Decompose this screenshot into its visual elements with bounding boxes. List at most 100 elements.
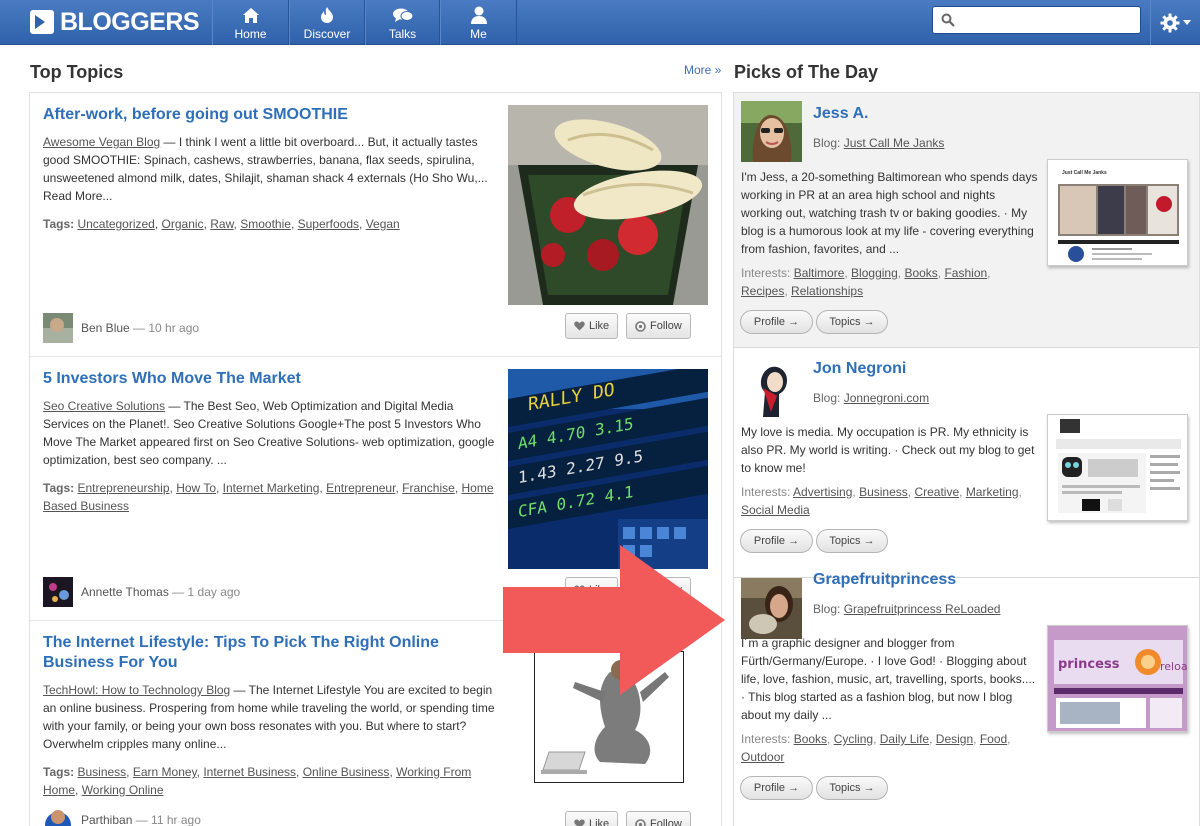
- tag-link[interactable]: Entrepreneurship: [77, 481, 169, 495]
- interests-prefix: Interests:: [741, 732, 794, 746]
- post-author[interactable]: Ben Blue — 10 hr ago: [43, 313, 199, 343]
- more-link[interactable]: More »: [684, 63, 721, 77]
- interest-link[interactable]: Marketing: [966, 485, 1019, 499]
- search-input[interactable]: [961, 11, 1131, 29]
- search-box[interactable]: [932, 6, 1141, 34]
- tag-link[interactable]: Earn Money: [133, 765, 197, 779]
- nav-talks[interactable]: Talks: [365, 0, 440, 45]
- nav-home[interactable]: Home: [212, 0, 289, 45]
- svg-text:reload: reload: [1160, 660, 1188, 673]
- svg-text:princess: princess: [1058, 657, 1120, 672]
- tag-link[interactable]: Business: [77, 765, 126, 779]
- post-tags: Tags: Business, Earn Money, Internet Bus…: [43, 765, 472, 797]
- interest-link[interactable]: Design: [936, 732, 973, 746]
- post-author[interactable]: Annette Thomas — 1 day ago: [43, 577, 240, 607]
- post-blog-link[interactable]: Awesome Vegan Blog: [43, 135, 160, 149]
- tag-link[interactable]: Online Business: [303, 765, 390, 779]
- avatar[interactable]: [741, 101, 802, 162]
- pick-blog-link[interactable]: Grapefruitprincess ReLoaded: [844, 602, 1001, 616]
- tag-link[interactable]: Raw: [210, 217, 233, 231]
- author-separator: —: [129, 321, 149, 335]
- interest-link[interactable]: Social Media: [741, 503, 810, 517]
- topics-button[interactable]: Topics →: [816, 529, 888, 553]
- logo-text: BLOGGERS: [60, 7, 200, 36]
- pick-bio: I´m a graphic designer and blogger from …: [741, 636, 1036, 722]
- bloggers-logo[interactable]: BLOGGERS: [30, 7, 200, 37]
- interest-link[interactable]: Advertising: [793, 485, 852, 499]
- follow-button[interactable]: Follow: [626, 811, 691, 826]
- tag-link[interactable]: Internet Marketing: [223, 481, 320, 495]
- pick-name[interactable]: Jon Negroni: [813, 360, 906, 378]
- blog-screenshot[interactable]: [1047, 414, 1188, 521]
- picks-heading: Picks of The Day: [734, 62, 879, 82]
- tag-link[interactable]: Uncategorized: [77, 217, 154, 231]
- pick-blog-link[interactable]: Just Call Me Janks: [844, 136, 945, 150]
- like-button[interactable]: Like: [565, 811, 619, 826]
- avatar[interactable]: [741, 578, 802, 639]
- post-author[interactable]: Parthiban — 11 hr ago: [43, 805, 201, 826]
- like-label: Like: [589, 818, 610, 826]
- topics-button[interactable]: Topics →: [816, 776, 888, 800]
- avatar[interactable]: [43, 805, 73, 826]
- pick-name[interactable]: Jess A.: [813, 105, 868, 123]
- flame-icon: [290, 5, 364, 25]
- profile-button[interactable]: Profile →: [740, 310, 813, 334]
- post-title[interactable]: The Internet Lifestyle: Tips To Pick The…: [43, 633, 483, 673]
- post-blog-link[interactable]: TechHowl: How to Technology Blog: [43, 683, 230, 697]
- post-title[interactable]: After-work, before going out SMOOTHIE: [43, 105, 483, 125]
- post-title[interactable]: 5 Investors Who Move The Market: [43, 369, 483, 389]
- avatar[interactable]: [43, 577, 73, 607]
- pick-bio: I'm Jess, a 20-something Baltimorean who…: [741, 170, 1038, 256]
- post-blog-link[interactable]: Seo Creative Solutions: [43, 399, 165, 413]
- tag-link[interactable]: How To: [176, 481, 216, 495]
- user-icon: [441, 5, 516, 25]
- topics-button[interactable]: Topics →: [816, 310, 888, 334]
- interest-link[interactable]: Fashion: [944, 266, 987, 280]
- interest-link[interactable]: Books: [904, 266, 937, 280]
- blog-screenshot[interactable]: Just Call Me Janks: [1047, 159, 1188, 266]
- logo-mark-icon: [30, 10, 54, 34]
- tags-label: Tags:: [43, 765, 75, 779]
- chevron-down-icon: [1183, 20, 1191, 25]
- tags-label: Tags:: [43, 481, 75, 495]
- interest-link[interactable]: Blogging: [851, 266, 898, 280]
- interest-link[interactable]: Business: [859, 485, 908, 499]
- tag-link[interactable]: Franchise: [402, 481, 455, 495]
- interest-link[interactable]: Baltimore: [794, 266, 845, 280]
- pick-blog-link[interactable]: Jonnegroni.com: [844, 391, 929, 405]
- post-time: 10 hr ago: [148, 321, 200, 335]
- avatar[interactable]: [741, 356, 802, 417]
- like-label: Like: [589, 320, 610, 332]
- interest-link[interactable]: Relationships: [791, 284, 863, 298]
- blog-screenshot[interactable]: princess reload: [1047, 625, 1188, 732]
- settings-menu[interactable]: [1150, 0, 1200, 45]
- tag-link[interactable]: Smoothie: [240, 217, 291, 231]
- tag-link[interactable]: Superfoods: [298, 217, 359, 231]
- avatar[interactable]: [43, 313, 73, 343]
- tag-link[interactable]: Working Online: [82, 783, 164, 797]
- interest-link[interactable]: Creative: [914, 485, 959, 499]
- heart-icon: [574, 819, 585, 826]
- post-excerpt: Awesome Vegan Blog — I think I went a li…: [43, 133, 495, 205]
- follow-button[interactable]: Follow: [626, 313, 691, 339]
- nav-me[interactable]: Me: [440, 0, 517, 45]
- interest-link[interactable]: Recipes: [741, 284, 784, 298]
- tag-link[interactable]: Entrepreneur: [326, 481, 395, 495]
- interest-link[interactable]: Books: [794, 732, 827, 746]
- profile-button[interactable]: Profile →: [740, 776, 813, 800]
- nav-home-label: Home: [234, 27, 267, 41]
- pick-name[interactable]: Grapefruitprincess: [813, 571, 956, 589]
- nav-discover[interactable]: Discover: [289, 0, 365, 45]
- post-thumbnail-smoothie[interactable]: [508, 105, 708, 305]
- profile-button[interactable]: Profile →: [740, 529, 813, 553]
- interest-link[interactable]: Food: [980, 732, 1007, 746]
- like-button[interactable]: Like: [565, 313, 619, 339]
- tag-link[interactable]: Vegan: [366, 217, 400, 231]
- chat-icon: [366, 5, 439, 25]
- tag-link[interactable]: Internet Business: [203, 765, 296, 779]
- tag-link[interactable]: Organic: [162, 217, 204, 231]
- post-thumbnail-stock-ticker[interactable]: RALLY DO A4 4.70 3.15 1.43 2.27 9.5 CFA …: [508, 369, 708, 569]
- interest-link[interactable]: Daily Life: [880, 732, 929, 746]
- interest-link[interactable]: Outdoor: [741, 750, 784, 764]
- interest-link[interactable]: Cycling: [834, 732, 873, 746]
